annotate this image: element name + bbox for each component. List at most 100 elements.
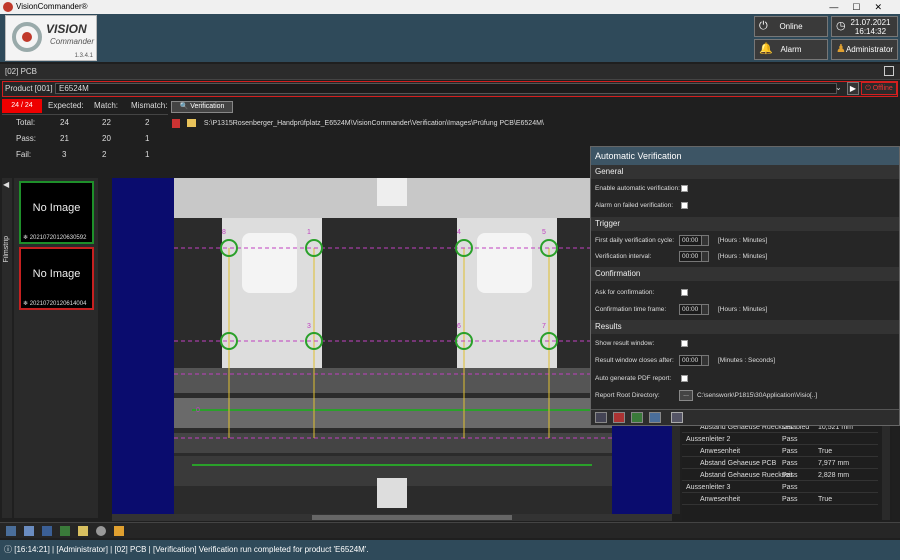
filmstrip-item[interactable]: No Image ❄ 20210720120614004	[19, 247, 94, 310]
confirmation-time-label: Confirmation time frame:	[595, 306, 667, 313]
monitor-icon[interactable]	[595, 412, 607, 423]
row-total-match: 22	[102, 118, 111, 127]
app-version: 1.3.4.1	[74, 53, 93, 59]
clock-display: ◷ 21.07.2021 16:14:32	[831, 16, 898, 37]
marker-label: 4	[457, 229, 461, 236]
result-status: Pass	[782, 496, 798, 503]
alarm-failed-checkbox[interactable]	[681, 202, 688, 209]
section-results: Results	[591, 320, 899, 334]
gear-icon[interactable]	[96, 526, 106, 536]
result-value: True	[818, 496, 833, 503]
result-name: Anwesenheit	[700, 448, 741, 455]
marker-label: 3	[307, 323, 311, 330]
monitor-icon[interactable]	[6, 526, 16, 536]
logo-text-line2: Commander	[50, 37, 95, 46]
table-row[interactable]: Abstand Gehaeuse Rueckseit Pass 2,828 mm	[682, 470, 878, 481]
pencil-icon[interactable]	[78, 526, 88, 536]
row-fail-match: 2	[102, 150, 107, 159]
folder-icon[interactable]	[186, 119, 196, 128]
table-row[interactable]: Abstand Gehaeuse PCB Pass 7,977 mm	[682, 458, 878, 469]
viewer-horizontal-scrollbar[interactable]	[112, 514, 672, 521]
marker-label: 0	[196, 407, 200, 414]
app-icon	[3, 2, 13, 12]
table-row[interactable]: Anwesenheit Pass True	[682, 494, 878, 505]
online-button[interactable]: ⏻ Online	[754, 16, 828, 37]
stats-divider	[2, 114, 168, 115]
bottom-toolbar	[0, 522, 900, 538]
results-scrollbar[interactable]	[882, 420, 890, 520]
product-bar: Product [001] E6524M ⌄ ▶ ⏻ Offline	[2, 81, 898, 97]
chevron-down-icon[interactable]: ⌄	[835, 83, 842, 92]
show-result-checkbox[interactable]	[681, 340, 688, 347]
table-row[interactable]: Aussenleiter 3 Pass	[682, 482, 878, 493]
filmstrip-item[interactable]: No Image ❄ 20210720120630592	[19, 181, 94, 244]
collapse-left-icon[interactable]: ◀	[3, 180, 9, 189]
interval-stepper[interactable]: 00:00	[679, 251, 709, 262]
user-icon[interactable]	[114, 526, 124, 536]
verify-search-icon[interactable]	[631, 412, 643, 423]
panel-header: [02] PCB	[0, 64, 900, 80]
verification-button[interactable]: 🔍 Verification	[171, 101, 233, 113]
result-name: Abstand Gehaeuse Rueckseit	[700, 472, 793, 479]
wrench-icon[interactable]	[671, 412, 683, 423]
pdf-report-checkbox[interactable]	[681, 375, 688, 382]
verify-search-icon[interactable]	[60, 526, 70, 536]
row-fail-mismatch: 1	[145, 150, 150, 159]
verification-path: S:\P1315Rosenberger_Handprüfplatz_E6524M…	[203, 120, 544, 127]
verification-path-row: S:\P1315Rosenberger_Handprüfplatz_E6524M…	[172, 118, 592, 130]
sitemap-icon[interactable]	[24, 526, 34, 536]
row-pass-match: 20	[102, 134, 111, 143]
counter-badge: 24 / 24	[2, 99, 42, 113]
results-table: Abstand Gehaeuse Rueckseit Disabled 10,521…	[682, 420, 892, 520]
inspection-image: 8 1 3 4 5 6 7 0	[112, 178, 672, 514]
result-status: Pass	[782, 460, 798, 467]
pdf-icon[interactable]	[172, 118, 180, 128]
first-daily-unit: [Hours : Minutes]	[718, 237, 768, 244]
user-button[interactable]: ♟ Administrator	[831, 39, 898, 60]
pdf-icon[interactable]	[613, 412, 625, 423]
pdf-report-label: Auto generate PDF report:	[595, 375, 672, 382]
result-closes-stepper[interactable]: 00:00	[679, 355, 709, 366]
filmstrip-tab[interactable]: ◀ Filmstrip	[2, 178, 12, 518]
enable-verification-checkbox[interactable]	[681, 185, 688, 192]
inspection-image-viewer[interactable]: 8 1 3 4 5 6 7 0	[112, 178, 672, 514]
window-controls[interactable]: —☐✕	[829, 0, 896, 14]
confirmation-time-stepper[interactable]: 00:00	[679, 304, 709, 315]
table-row[interactable]: Anwesenheit Pass True	[682, 446, 878, 457]
table-row[interactable]: Aussenleiter 2 Pass	[682, 434, 878, 445]
play-button[interactable]: ▶	[847, 82, 859, 95]
result-status: Pass	[782, 448, 798, 455]
confirmation-time-unit: [Hours : Minutes]	[718, 306, 768, 313]
first-daily-stepper[interactable]: 00:00	[679, 235, 709, 246]
result-value: True	[818, 448, 833, 455]
marker-label: 8	[222, 229, 226, 236]
ask-confirmation-checkbox[interactable]	[681, 289, 688, 296]
dialog-title: Automatic Verification	[591, 147, 899, 165]
result-name: Anwesenheit	[700, 496, 741, 503]
section-confirmation: Confirmation	[591, 267, 899, 281]
alarm-button[interactable]: 🔔 Alarm	[754, 39, 828, 60]
result-closes-unit: [Minutes : Seconds]	[718, 357, 776, 364]
interval-unit: [Hours : Minutes]	[718, 253, 768, 260]
result-name: Abstand Gehaeuse PCB	[700, 460, 777, 467]
product-select[interactable]: E6524M	[55, 83, 837, 94]
browse-button[interactable]: ...	[679, 390, 693, 401]
database-icon[interactable]	[42, 526, 52, 536]
result-name: Aussenleiter 3	[686, 484, 731, 491]
enable-verification-label: Enable automatic verification:	[595, 185, 680, 192]
offline-label: Offline	[872, 85, 893, 92]
document-icon[interactable]	[649, 412, 661, 423]
logo-mark-icon	[12, 22, 42, 52]
automatic-verification-dialog: Automatic Verification General Enable au…	[590, 146, 900, 426]
dialog-toolbar	[591, 409, 899, 425]
result-status: Pass	[782, 436, 798, 443]
verification-label: Verification	[190, 103, 225, 110]
thumb-placeholder: No Image	[32, 268, 81, 280]
section-trigger: Trigger	[591, 217, 899, 231]
edit-icon[interactable]	[884, 66, 894, 76]
panel-title: [02] PCB	[5, 67, 38, 76]
col-mismatch: Mismatch:	[131, 101, 168, 110]
scroll-thumb[interactable]	[312, 515, 512, 520]
offline-button[interactable]: ⏻ Offline	[861, 82, 897, 95]
thumb-caption: ❄ 20210720120630592	[23, 235, 87, 241]
